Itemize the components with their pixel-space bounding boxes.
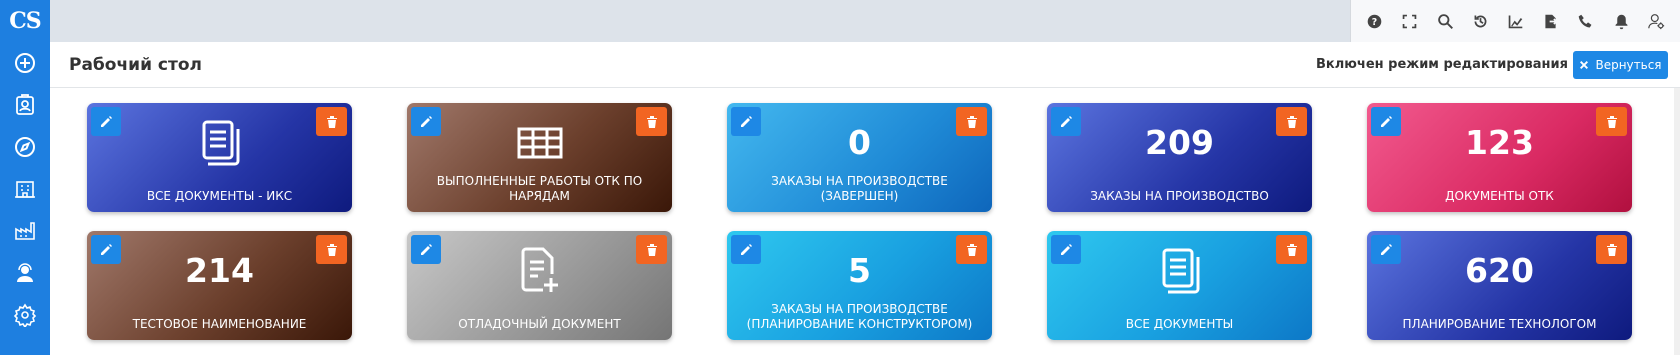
tile-label: ВЫПОЛНЕННЫЕ РАБОТЫ ОТК ПО НАРЯДАМ (436, 174, 643, 203)
help-icon[interactable]: ? (1362, 8, 1388, 34)
table-icon (407, 118, 672, 168)
tile-otk-works[interactable]: ВЫПОЛНЕННЫЕ РАБОТЫ ОТК ПО НАРЯДАМ (407, 103, 672, 212)
tile-label: ТЕСТОВОЕ НАИМЕНОВАНИЕ (132, 317, 307, 331)
tile-value: 0 (848, 123, 871, 162)
tile-debug-document[interactable]: ОТЛАДОЧНЫЙ ДОКУМЕНТ (407, 231, 672, 340)
tile-technologist-planning[interactable]: 620 ПЛАНИРОВАНИЕ ТЕХНОЛОГОМ (1367, 231, 1632, 340)
chart-icon[interactable] (1502, 8, 1528, 34)
settings-gear-icon[interactable] (0, 294, 50, 336)
back-button-label: Вернуться (1595, 58, 1662, 72)
page-title: Рабочий стол (69, 55, 202, 75)
tile-label: ПЛАНИРОВАНИЕ ТЕХНОЛОГОМ (1402, 317, 1597, 331)
tile-label: ЗАКАЗЫ НА ПРОИЗВОДСТВЕ (ЗАВЕРШЕН) (771, 174, 948, 203)
toolbar: ? (1350, 0, 1680, 42)
tile-label: ЗАКАЗЫ НА ПРОИЗВОДСТВО (1090, 189, 1269, 203)
back-button[interactable]: Вернуться (1573, 51, 1668, 79)
tile-label: ВСЕ ДОКУМЕНТЫ - ИКС (146, 189, 293, 203)
tile-label: ВСЕ ДОКУМЕНТЫ (1125, 317, 1234, 331)
export-icon[interactable] (1538, 8, 1564, 34)
search-icon[interactable] (1432, 8, 1458, 34)
tile-value: 5 (848, 251, 871, 290)
tile-label: ЗАКАЗЫ НА ПРОИЗВОДСТВЕ (ПЛАНИРОВАНИЕ КОН… (746, 302, 973, 331)
phone-icon[interactable] (1573, 8, 1599, 34)
tile-all-documents-iks[interactable]: ВСЕ ДОКУМЕНТЫ - ИКС (87, 103, 352, 212)
tile-value: 214 (185, 251, 254, 290)
tile-otk-documents[interactable]: 123 ДОКУМЕНТЫ ОТК (1367, 103, 1632, 212)
scrollbar[interactable] (1674, 88, 1680, 355)
app-logo[interactable]: CS (0, 0, 50, 42)
tile-value: 620 (1465, 251, 1534, 290)
svg-text:?: ? (1372, 16, 1377, 27)
edit-mode-status: Включен режим редактирования (1316, 57, 1568, 72)
page-header: Рабочий стол Включен режим редактировани… (50, 42, 1680, 88)
history-icon[interactable] (1467, 8, 1493, 34)
tile-label: ОТЛАДОЧНЫЙ ДОКУМЕНТ (458, 317, 621, 331)
tile-value: 209 (1145, 123, 1214, 162)
fullscreen-icon[interactable] (1397, 8, 1423, 34)
support-agent-icon[interactable] (0, 252, 50, 294)
close-icon (1580, 61, 1589, 69)
tile-label: ДОКУМЕНТЫ ОТК (1445, 189, 1554, 203)
plus-circle-icon[interactable] (0, 42, 50, 84)
documents-icon (1047, 246, 1312, 296)
bell-icon[interactable] (1608, 8, 1634, 34)
tile-all-documents[interactable]: ВСЕ ДОКУМЕНТЫ (1047, 231, 1312, 340)
tile-value: 123 (1465, 123, 1534, 162)
tile-orders-completed[interactable]: 0 ЗАКАЗЫ НА ПРОИЗВОДСТВЕ (ЗАВЕРШЕН) (727, 103, 992, 212)
factory-icon[interactable] (0, 210, 50, 252)
user-settings-icon[interactable] (1643, 8, 1669, 34)
tile-test-name[interactable]: 214 ТЕСТОВОЕ НАИМЕНОВАНИЕ (87, 231, 352, 340)
tile-orders-planning-constructor[interactable]: 5 ЗАКАЗЫ НА ПРОИЗВОДСТВЕ (ПЛАНИРОВАНИЕ К… (727, 231, 992, 340)
tile-production-orders[interactable]: 209 ЗАКАЗЫ НА ПРОИЗВОДСТВО (1047, 103, 1312, 212)
id-card-icon[interactable] (0, 84, 50, 126)
add-document-icon (407, 246, 672, 296)
compass-icon[interactable] (0, 126, 50, 168)
sidebar: CS (0, 0, 50, 355)
documents-icon (87, 118, 352, 168)
building-icon[interactable] (0, 168, 50, 210)
dashboard-grid: ВСЕ ДОКУМЕНТЫ - ИКС ВЫПОЛНЕННЫЕ РАБОТЫ О… (87, 103, 1632, 340)
top-bar: ? (50, 0, 1680, 42)
